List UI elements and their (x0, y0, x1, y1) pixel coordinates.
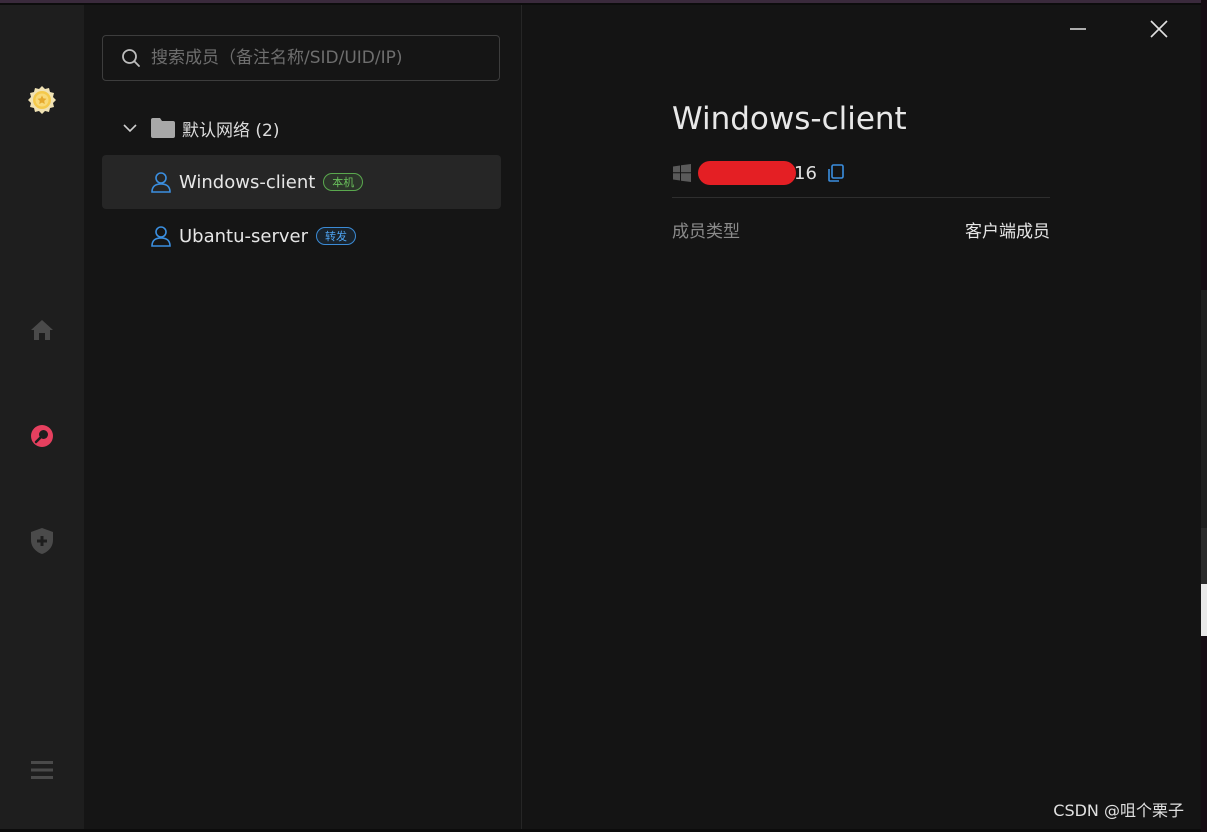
minimize-button[interactable] (1061, 15, 1095, 43)
member-item-ubantu-server[interactable]: Ubantu-server 转发 (102, 209, 501, 263)
app-window: 默认网络 (2) Windows-client 本机 Ubantu-server… (0, 5, 1201, 829)
search-input[interactable] (149, 37, 499, 79)
close-button[interactable] (1142, 15, 1176, 43)
member-name: Ubantu-server (179, 225, 308, 247)
search-box[interactable] (102, 35, 500, 81)
avatar-medal-icon[interactable] (24, 83, 60, 119)
member-list-pane: 默认网络 (2) Windows-client 本机 Ubantu-server… (84, 5, 522, 829)
windows-icon (673, 164, 691, 182)
member-id-row: 16 (672, 161, 845, 185)
shield-plus-icon[interactable] (24, 523, 60, 559)
member-title: Windows-client (672, 101, 907, 137)
details-divider (672, 197, 1050, 198)
member-name: Windows-client (179, 171, 316, 193)
member-type-value: 客户端成员 (965, 222, 1050, 242)
network-group-label: 默认网络 (2) (182, 120, 280, 141)
user-icon (151, 172, 171, 193)
folder-icon (151, 118, 175, 138)
member-details-pane: Windows-client 16 成员类型 客户端成员 CSDN @咀个栗子 (522, 5, 1201, 829)
user-icon (151, 226, 171, 247)
watermark: CSDN @咀个栗子 (1053, 801, 1184, 820)
network-group-header[interactable]: 默认网络 (2) (122, 113, 279, 143)
search-icon (122, 49, 140, 67)
menu-icon[interactable] (24, 752, 60, 788)
member-id-suffix: 16 (794, 162, 817, 184)
member-item-windows-client[interactable]: Windows-client 本机 (102, 155, 501, 209)
minimize-icon (1070, 28, 1086, 30)
top-border (0, 0, 1207, 3)
redacted-id (698, 161, 796, 185)
close-icon (1150, 20, 1168, 38)
background-window-strip (1201, 0, 1207, 832)
network-icon[interactable] (24, 418, 60, 454)
chevron-down-icon[interactable] (122, 120, 138, 136)
local-badge: 本机 (323, 173, 364, 191)
member-type-label: 成员类型 (672, 222, 740, 242)
copy-icon[interactable] (827, 164, 845, 182)
nav-rail (0, 5, 84, 829)
home-icon[interactable] (24, 312, 60, 348)
relay-badge: 转发 (315, 227, 356, 245)
